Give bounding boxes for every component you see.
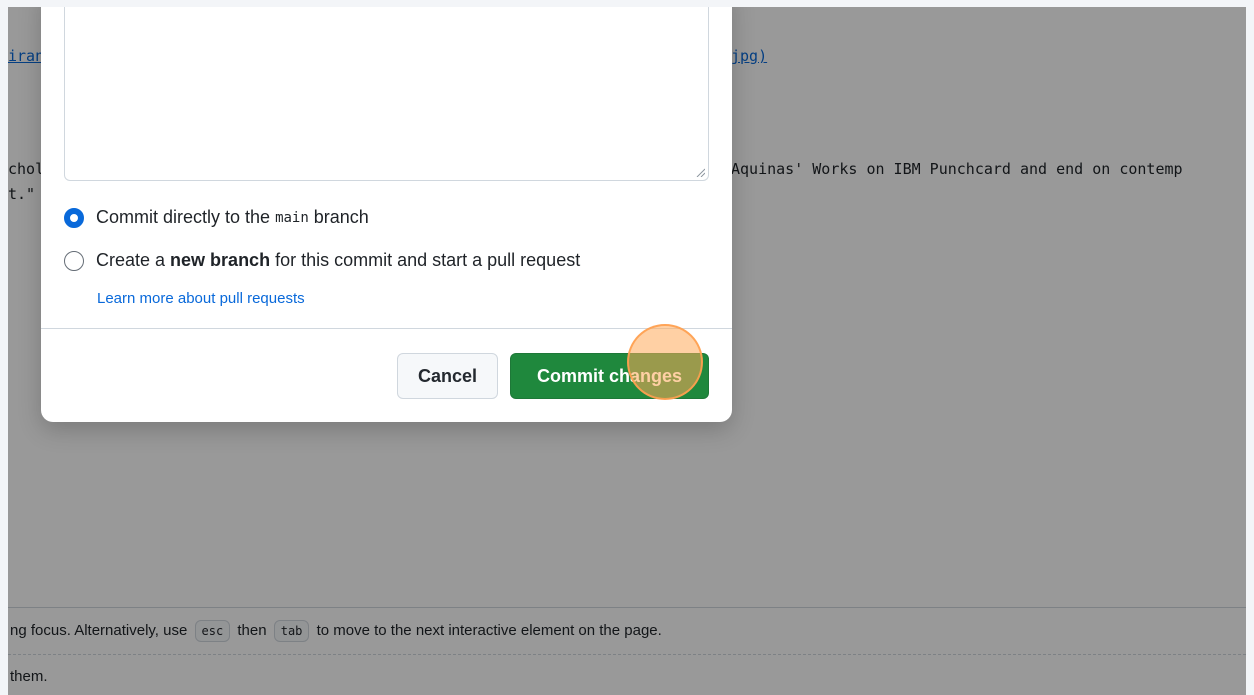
commit-direct-option[interactable]: Commit directly to the main branch [64, 207, 369, 228]
resize-grip-icon[interactable] [695, 167, 705, 177]
click-indicator [627, 324, 703, 400]
commit-direct-label-suffix: branch [313, 207, 369, 227]
radio-commit-direct[interactable] [64, 207, 84, 228]
dialog-footer-divider [41, 328, 732, 329]
new-branch-label-suffix: for this commit and start a pull request [275, 250, 581, 270]
new-branch-option[interactable]: Create a new branch for this commit and … [64, 250, 580, 271]
cancel-button[interactable]: Cancel [397, 353, 498, 399]
page-frame: iran jpg) chol Aquinas' Works on IBM Pun… [8, 7, 1246, 695]
radio-new-branch[interactable] [64, 250, 84, 271]
commit-direct-label-prefix: Commit directly to the [96, 207, 271, 227]
new-branch-label-bold: new branch [170, 250, 271, 270]
commit-dialog: Commit directly to the main branch Creat… [41, 7, 732, 422]
extended-description-textarea[interactable] [64, 7, 709, 181]
branch-name-code: main [275, 209, 309, 226]
learn-more-pull-requests-link[interactable]: Learn more about pull requests [97, 290, 305, 307]
new-branch-label-prefix: Create a [96, 250, 166, 270]
